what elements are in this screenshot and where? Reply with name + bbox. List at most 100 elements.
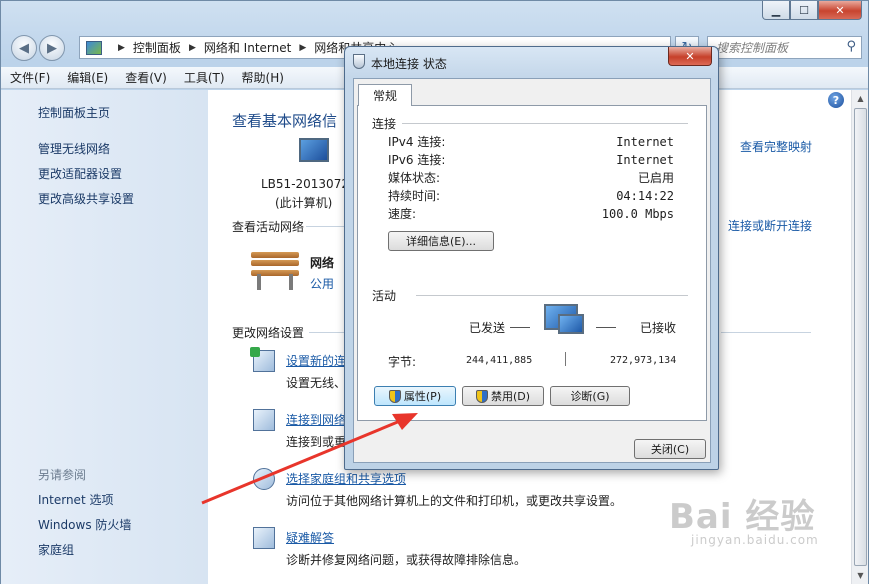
menu-help[interactable]: 帮助(H) bbox=[242, 69, 284, 86]
dialog-close-icon[interactable]: ✕ bbox=[668, 47, 712, 66]
sidebar: 控制面板主页 管理无线网络 更改适配器设置 更改高级共享设置 另请参阅 Inte… bbox=[1, 90, 208, 584]
uac-shield-icon bbox=[475, 389, 488, 403]
computers-activity-icon bbox=[558, 314, 584, 334]
close-window-button[interactable]: ✕ bbox=[818, 1, 862, 20]
dialog-body: 常规 连接 IPv4 连接: Internet IPv6 连接: Interne… bbox=[353, 78, 711, 463]
menu-file[interactable]: 文件(F) bbox=[10, 69, 50, 86]
watermark-brand: Bai 经验 bbox=[669, 497, 816, 537]
speed-value: 100.0 Mbps bbox=[601, 207, 674, 221]
task-homegroup-link[interactable]: 选择家庭组和共享选项 bbox=[286, 470, 406, 487]
task-homegroup-desc: 访问位于其他网络计算机上的文件和打印机，或更改共享设置。 bbox=[286, 494, 623, 508]
media-state-label: 媒体状态: bbox=[388, 171, 441, 185]
task-connect-network-link[interactable]: 连接到网络 bbox=[286, 411, 346, 428]
breadcrumb-separator: ▶ bbox=[118, 42, 125, 53]
maximize-button[interactable]: ☐ bbox=[790, 1, 818, 20]
activity-section-heading: 活动 bbox=[372, 289, 397, 303]
breadcrumb-network-internet[interactable]: 网络和 Internet bbox=[204, 39, 291, 56]
ipv4-label: IPv4 连接: bbox=[388, 135, 446, 149]
homegroup-icon bbox=[253, 468, 275, 490]
change-settings-heading: 更改网络设置 bbox=[232, 326, 305, 340]
task-connect-network-desc: 连接到或重 bbox=[286, 435, 347, 449]
connect-network-icon bbox=[253, 409, 275, 431]
minimize-button[interactable]: ▁ bbox=[762, 1, 790, 20]
sidebar-item-adapter-settings[interactable]: 更改适配器设置 bbox=[38, 165, 122, 182]
view-full-map-link[interactable]: 查看完整映射 bbox=[740, 138, 812, 155]
close-button[interactable]: 关闭(C) bbox=[634, 439, 706, 459]
see-also-heading: 另请参阅 bbox=[38, 468, 87, 482]
task-setup-connection-link[interactable]: 设置新的连 bbox=[286, 352, 346, 369]
divider bbox=[309, 332, 345, 333]
bytes-label: 字节: bbox=[388, 355, 417, 369]
watermark-url: jingyan.baidu.com bbox=[691, 533, 819, 547]
scroll-down-icon[interactable]: ▼ bbox=[852, 567, 869, 584]
ipv6-value: Internet bbox=[616, 153, 674, 167]
sidebar-item-advanced-sharing[interactable]: 更改高级共享设置 bbox=[38, 190, 134, 207]
network-bench-icon bbox=[251, 250, 301, 290]
control-panel-icon bbox=[86, 40, 102, 55]
divider bbox=[306, 226, 346, 227]
search-icon[interactable]: ⚲ bbox=[846, 39, 856, 54]
vertical-scrollbar[interactable]: ▲ ▼ bbox=[851, 90, 868, 584]
sidebar-item-homegroup[interactable]: 家庭组 bbox=[38, 541, 74, 558]
forward-button[interactable]: ▶ bbox=[39, 35, 65, 61]
baidu-watermark: Bai 经验 jingyan.baidu.com bbox=[669, 489, 829, 569]
search-input[interactable]: 搜索控制面板 ⚲ bbox=[707, 36, 862, 59]
uac-shield-icon bbox=[388, 389, 401, 403]
media-state-value: 已启用 bbox=[637, 171, 674, 185]
dialog-title: 本地连接 状态 bbox=[371, 57, 447, 71]
scroll-up-icon[interactable]: ▲ bbox=[852, 90, 869, 107]
received-label: 已接收 bbox=[640, 321, 677, 335]
menu-view[interactable]: 查看(V) bbox=[125, 69, 167, 86]
divider bbox=[565, 352, 566, 366]
diagnose-button[interactable]: 诊断(G) bbox=[550, 386, 630, 406]
network-adapter-icon bbox=[353, 54, 365, 69]
sent-label: 已发送 bbox=[469, 321, 506, 335]
divider bbox=[416, 295, 688, 296]
network-name: 网络 bbox=[310, 256, 335, 270]
sidebar-item-manage-wireless[interactable]: 管理无线网络 bbox=[38, 140, 110, 157]
ipv4-value: Internet bbox=[616, 135, 674, 149]
breadcrumb-separator: ▶ bbox=[299, 42, 307, 53]
window-controls: ▁ ☐ ✕ bbox=[762, 1, 862, 20]
disable-label: 禁用(D) bbox=[490, 390, 531, 403]
page-title: 查看基本网络信 bbox=[232, 112, 338, 130]
sidebar-item-windows-firewall[interactable]: Windows 防火墙 bbox=[38, 516, 131, 533]
task-troubleshoot-desc: 诊断并修复网络问题，或获得故障排除信息。 bbox=[286, 553, 527, 567]
troubleshoot-icon bbox=[253, 527, 275, 549]
computer-icon bbox=[299, 138, 329, 162]
sidebar-item-control-panel-home[interactable]: 控制面板主页 bbox=[38, 104, 110, 121]
speed-label: 速度: bbox=[388, 207, 417, 221]
duration-label: 持续时间: bbox=[388, 189, 441, 203]
disable-button[interactable]: 禁用(D) bbox=[462, 386, 544, 406]
search-placeholder: 搜索控制面板 bbox=[716, 41, 789, 55]
breadcrumb-control-panel[interactable]: 控制面板 bbox=[133, 39, 181, 56]
ipv6-label: IPv6 连接: bbox=[388, 153, 446, 167]
divider bbox=[402, 123, 688, 124]
properties-label: 属性(P) bbox=[403, 390, 442, 403]
properties-button[interactable]: 属性(P) bbox=[374, 386, 456, 406]
computer-name: LB51-2013072 bbox=[261, 177, 349, 191]
divider bbox=[721, 332, 811, 333]
tab-general[interactable]: 常规 bbox=[358, 84, 412, 106]
scroll-thumb[interactable] bbox=[854, 108, 867, 566]
connection-status-dialog: 本地连接 状态 ✕ 常规 连接 IPv4 连接: Internet IPv6 连… bbox=[344, 46, 719, 470]
menu-tools[interactable]: 工具(T) bbox=[184, 69, 225, 86]
task-troubleshoot-link[interactable]: 疑难解答 bbox=[286, 529, 334, 546]
back-arrow-icon: ◀ bbox=[19, 40, 29, 56]
divider bbox=[510, 327, 530, 328]
active-networks-heading: 查看活动网络 bbox=[232, 220, 305, 234]
network-type-link[interactable]: 公用 bbox=[310, 275, 334, 292]
forward-arrow-icon: ▶ bbox=[47, 40, 57, 56]
back-button[interactable]: ◀ bbox=[11, 35, 37, 61]
connection-section-heading: 连接 bbox=[372, 117, 397, 131]
help-icon[interactable]: ? bbox=[828, 92, 844, 108]
sidebar-item-internet-options[interactable]: Internet 选项 bbox=[38, 491, 113, 508]
bytes-received: 272,973,134 bbox=[610, 355, 677, 366]
breadcrumb-separator: ▶ bbox=[188, 42, 196, 53]
computer-note: (此计算机) bbox=[275, 196, 333, 210]
details-button[interactable]: 详细信息(E)... bbox=[388, 231, 494, 251]
duration-value: 04:14:22 bbox=[616, 189, 674, 203]
connect-disconnect-link[interactable]: 连接或断开连接 bbox=[728, 217, 812, 234]
menu-edit[interactable]: 编辑(E) bbox=[67, 69, 108, 86]
divider bbox=[596, 327, 616, 328]
